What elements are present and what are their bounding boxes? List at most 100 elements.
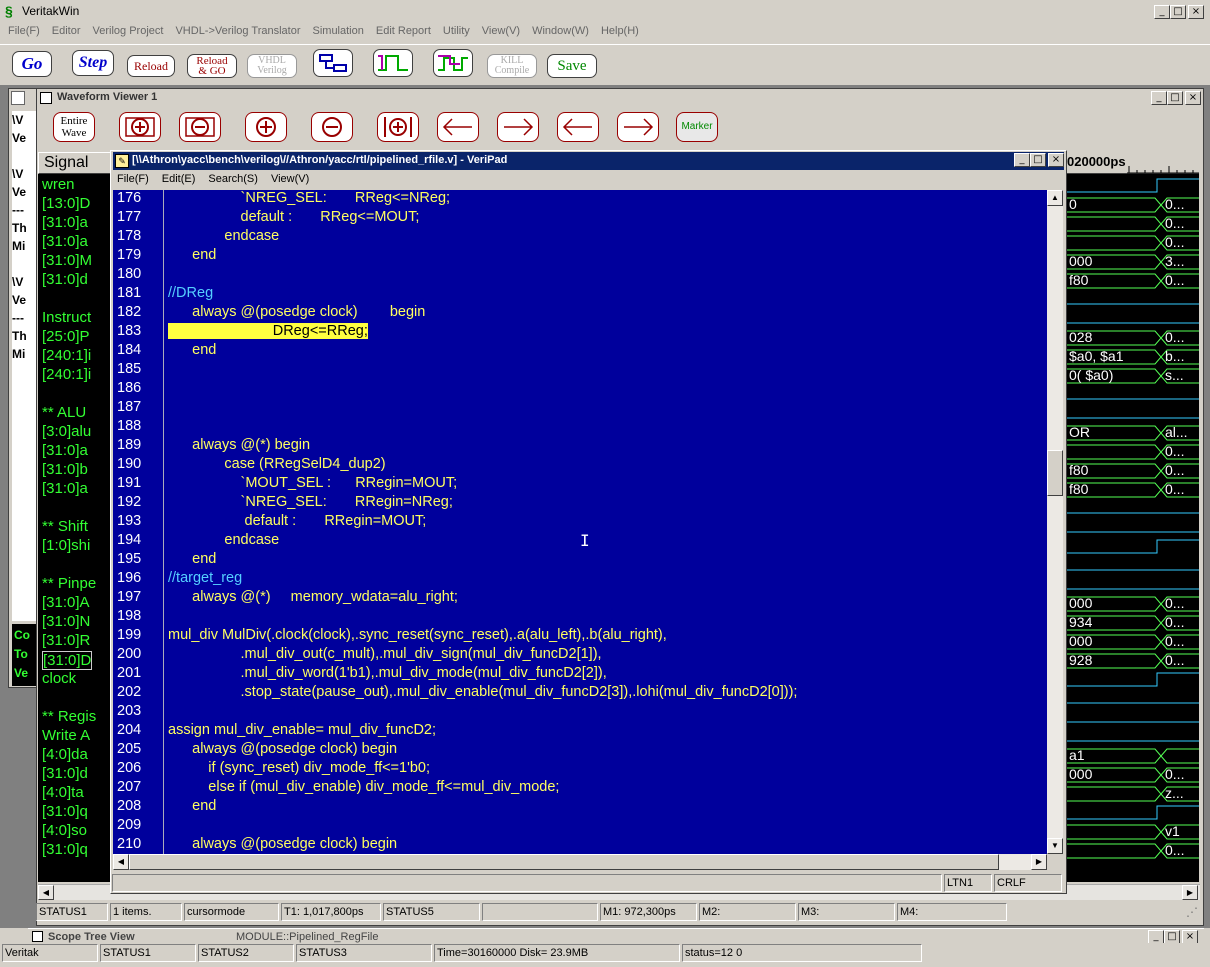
- step-button[interactable]: Step: [72, 50, 114, 76]
- signal-name[interactable]: [31:0]M: [42, 252, 92, 269]
- zoom-cursor-button[interactable]: [377, 112, 419, 142]
- veripad-menu-item[interactable]: Search(S): [208, 173, 258, 185]
- scroll-down-arrow[interactable]: ▼: [1047, 838, 1063, 854]
- scroll-thumb-h[interactable]: [129, 854, 999, 870]
- signal-name[interactable]: [25:0]P: [42, 328, 90, 345]
- scope-close-button[interactable]: ×: [1182, 930, 1198, 943]
- veripad-menu-item[interactable]: Edit(E): [162, 173, 196, 185]
- zoom-in-fit-button[interactable]: [119, 112, 161, 142]
- code-line[interactable]: always @(*) memory_wdata=alu_right;: [168, 589, 458, 605]
- signal-name[interactable]: Write A: [42, 727, 90, 744]
- kill-compile-button[interactable]: KILL Compile: [487, 54, 537, 78]
- signal-name[interactable]: [31:0]a: [42, 233, 88, 250]
- reload-go-button[interactable]: Reload & GO: [187, 54, 237, 78]
- scroll-thumb[interactable]: [1047, 450, 1063, 496]
- wave-view-button[interactable]: [433, 49, 473, 77]
- marker-button[interactable]: Marker: [676, 112, 718, 142]
- signal-name[interactable]: [31:0]R: [42, 632, 90, 649]
- veripad-minimize-button[interactable]: _: [1014, 153, 1030, 167]
- entire-wave-button[interactable]: Entire Wave: [53, 112, 95, 142]
- signal-name[interactable]: [31:0]a: [42, 480, 88, 497]
- menu-item[interactable]: View(V): [482, 25, 520, 37]
- signal-name[interactable]: ** Regis: [42, 708, 96, 725]
- signal-name[interactable]: [4:0]da: [42, 746, 88, 763]
- signal-name[interactable]: ** Pinpe: [42, 575, 96, 592]
- code-line[interactable]: default : RReg<=MOUT;: [168, 209, 420, 225]
- code-line[interactable]: always @(posedge clock) begin: [168, 741, 397, 757]
- code-line[interactable]: //DReg: [168, 285, 213, 301]
- code-line[interactable]: default : RRegin=MOUT;: [168, 513, 427, 529]
- code-line[interactable]: endcase: [168, 228, 279, 244]
- menu-item[interactable]: Edit Report: [376, 25, 431, 37]
- prev-edge-button[interactable]: [557, 112, 599, 142]
- signal-name[interactable]: [31:0]D: [42, 651, 93, 670]
- signal-name[interactable]: [4:0]so: [42, 822, 87, 839]
- code-line[interactable]: .mul_div_out(c_mult),.mul_div_sign(mul_d…: [168, 646, 602, 662]
- signal-name[interactable]: [240:1]i: [42, 347, 91, 364]
- scroll-up-arrow[interactable]: ▲: [1047, 190, 1063, 206]
- code-line[interactable]: end: [168, 551, 216, 567]
- app-minimize-button[interactable]: _: [1154, 5, 1170, 19]
- code-line[interactable]: end: [168, 798, 216, 814]
- scroll-left-button[interactable]: [437, 112, 479, 142]
- code-v-scrollbar[interactable]: ▲ ▼: [1047, 190, 1063, 854]
- signal-name[interactable]: clock: [42, 670, 76, 687]
- code-line[interactable]: end: [168, 342, 216, 358]
- signal-name[interactable]: [31:0]b: [42, 461, 88, 478]
- waveform-maximize-button[interactable]: □: [1167, 91, 1183, 105]
- signal-name[interactable]: [31:0]a: [42, 214, 88, 231]
- code-line[interactable]: .mul_div_word(1'b1),.mul_div_mode(mul_di…: [168, 665, 607, 681]
- scroll-right-button[interactable]: [497, 112, 539, 142]
- wave-open-button[interactable]: [373, 49, 413, 77]
- signal-name[interactable]: [31:0]N: [42, 613, 90, 630]
- veripad-menu-item[interactable]: File(F): [117, 173, 149, 185]
- menu-item[interactable]: Verilog Project: [93, 25, 164, 37]
- code-line[interactable]: //target_reg: [168, 570, 242, 586]
- highlighted-code-line[interactable]: DReg<=RReg;: [168, 323, 368, 339]
- code-editor[interactable]: 176 `NREG_SEL: RReg<=NReg; 177 default : …: [113, 190, 1047, 854]
- zoom-out-fit-button[interactable]: [179, 112, 221, 142]
- scroll-left-arrow[interactable]: ◀: [113, 854, 129, 870]
- menu-item[interactable]: VHDL->Verilog Translator: [175, 25, 300, 37]
- signal-name[interactable]: [31:0]d: [42, 765, 88, 782]
- code-line[interactable]: always @(*) begin: [168, 437, 310, 453]
- signal-name[interactable]: [31:0]a: [42, 442, 88, 459]
- signal-name[interactable]: [31:0]q: [42, 803, 88, 820]
- code-line[interactable]: case (RRegSelD4_dup2): [168, 456, 385, 472]
- scroll-right-arrow[interactable]: ▶: [1031, 854, 1047, 870]
- code-h-scrollbar[interactable]: ◀ ▶: [113, 854, 1047, 870]
- veripad-maximize-button[interactable]: □: [1030, 153, 1046, 167]
- veripad-close-button[interactable]: ×: [1048, 153, 1064, 167]
- signal-name[interactable]: [1:0]shi: [42, 537, 90, 554]
- signal-name[interactable]: wren: [42, 176, 75, 193]
- waveform-close-button[interactable]: ×: [1185, 91, 1201, 105]
- code-line[interactable]: mul_div MulDiv(.clock(clock),.sync_reset…: [168, 627, 667, 643]
- resize-grip-icon[interactable]: ⋰: [1186, 905, 1198, 919]
- code-line[interactable]: `NREG_SEL: RReg<=NReg;: [168, 190, 451, 206]
- menu-item[interactable]: Simulation: [313, 25, 364, 37]
- signal-name[interactable]: [31:0]q: [42, 841, 88, 858]
- code-line[interactable]: assign mul_div_enable= mul_div_funcD2;: [168, 722, 436, 738]
- code-line[interactable]: else if (mul_div_enable) div_mode_ff<=mu…: [168, 779, 559, 795]
- signal-name[interactable]: [4:0]ta: [42, 784, 84, 801]
- next-edge-button[interactable]: [617, 112, 659, 142]
- code-line[interactable]: endcase: [168, 532, 279, 548]
- code-line[interactable]: if (sync_reset) div_mode_ff<=1'b0;: [168, 760, 430, 776]
- code-line[interactable]: always @(posedge clock) begin: [168, 304, 425, 320]
- menu-item[interactable]: Window(W): [532, 25, 589, 37]
- go-button[interactable]: Go: [12, 51, 52, 77]
- waveform-minimize-button[interactable]: _: [1151, 91, 1167, 105]
- veripad-menu-item[interactable]: View(V): [271, 173, 309, 185]
- code-line[interactable]: `MOUT_SEL : RRegin=MOUT;: [168, 475, 458, 491]
- signal-name[interactable]: [31:0]d: [42, 271, 88, 288]
- code-line[interactable]: always @(posedge clock) begin: [168, 836, 397, 852]
- signal-name[interactable]: ** ALU: [42, 404, 86, 421]
- scroll-right-arrow[interactable]: ▶: [1182, 885, 1198, 900]
- zoom-in-button[interactable]: [245, 112, 287, 142]
- signal-name[interactable]: [3:0]alu: [42, 423, 91, 440]
- menu-item[interactable]: File(F): [8, 25, 40, 37]
- menu-item[interactable]: Editor: [52, 25, 81, 37]
- vhdl-verilog-button[interactable]: VHDL Verilog: [247, 54, 297, 78]
- signal-name[interactable]: [240:1]i: [42, 366, 91, 383]
- scope-maximize-button[interactable]: □: [1164, 930, 1180, 943]
